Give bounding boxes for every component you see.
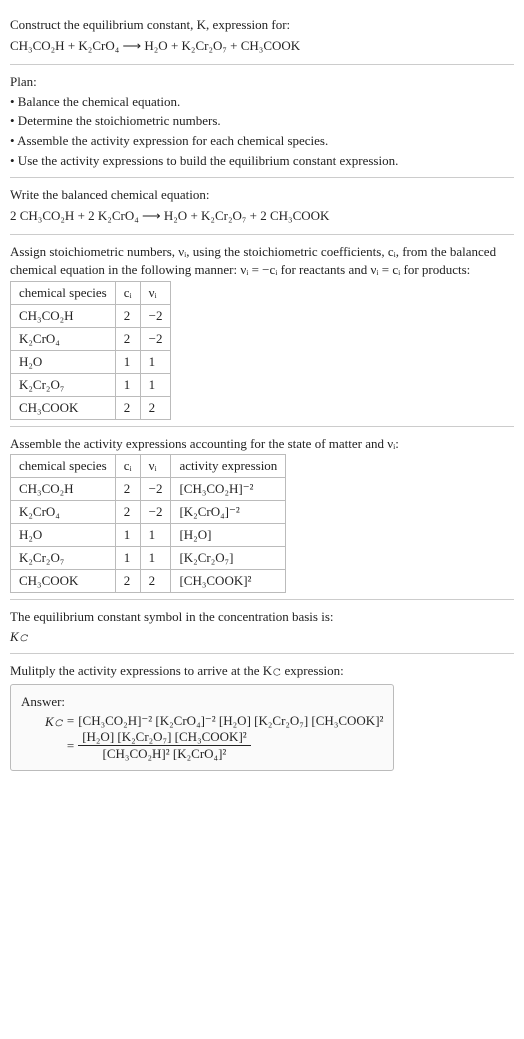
cell-species: CH₃CO₂H <box>11 304 116 327</box>
cell-species: CH₃COOK <box>11 570 116 593</box>
cell-expr: [H₂O] <box>171 524 286 547</box>
cell-ci: 1 <box>115 350 140 373</box>
cell-species: H₂O <box>11 524 116 547</box>
table-row: K₂CrO₄ 2 −2 [K₂CrO₄]⁻² <box>11 501 286 524</box>
cell-vi: −2 <box>140 501 171 524</box>
cell-vi: 1 <box>140 373 171 396</box>
cell-ci: 1 <box>115 547 140 570</box>
col-species: chemical species <box>11 281 116 304</box>
col-expr: activity expression <box>171 455 286 478</box>
symbol-kc-value: K𝚌 <box>10 629 28 644</box>
balanced-equation: 2 CH₃CO₂H + 2 K₂CrO₄ ⟶ H₂O + K₂Cr₂O₇ + 2… <box>10 206 514 227</box>
table-header-row: chemical species cᵢ νᵢ <box>11 281 171 304</box>
plan-section: Plan: • Balance the chemical equation. •… <box>10 65 514 178</box>
activity-section: Assemble the activity expressions accoun… <box>10 427 514 601</box>
plan-item: • Use the activity expressions to build … <box>10 152 514 170</box>
cell-species: K₂Cr₂O₇ <box>11 547 116 570</box>
col-vi: νᵢ <box>140 281 171 304</box>
symbol-text: The equilibrium constant symbol in the c… <box>10 608 514 626</box>
cell-ci: 2 <box>115 304 140 327</box>
answer-expression: K𝚌 = [CH₃CO₂H]⁻² [K₂CrO₄]⁻² [H₂O] [K₂Cr₂… <box>21 713 383 762</box>
cell-species: CH₃COOK <box>11 396 116 419</box>
table-row: K₂Cr₂O₇ 1 1 <box>11 373 171 396</box>
table-row: K₂CrO₄ 2 −2 <box>11 327 171 350</box>
answer-fraction: [H₂O] [K₂Cr₂O₇] [CH₃COOK]² [CH₃CO₂H]² [K… <box>78 729 250 762</box>
cell-species: K₂CrO₄ <box>11 501 116 524</box>
equals-sign: = <box>63 713 78 729</box>
cell-ci: 2 <box>115 327 140 350</box>
col-ci: cᵢ <box>115 455 140 478</box>
prompt-equation: CH₃CO₂H + K₂CrO₄ ⟶ H₂O + K₂Cr₂O₇ + CH₃CO… <box>10 36 514 57</box>
prompt-title: Construct the equilibrium constant, K, e… <box>10 16 514 34</box>
symbol-kc: K𝚌 <box>10 628 514 646</box>
cell-ci: 2 <box>115 396 140 419</box>
table-row: CH₃CO₂H 2 −2 <box>11 304 171 327</box>
table-row: H₂O 1 1 [H₂O] <box>11 524 286 547</box>
cell-vi: 1 <box>140 524 171 547</box>
cell-vi: 1 <box>140 350 171 373</box>
cell-vi: −2 <box>140 478 171 501</box>
col-vi: νᵢ <box>140 455 171 478</box>
cell-vi: 2 <box>140 396 171 419</box>
cell-vi: −2 <box>140 327 171 350</box>
answer-box: Answer: K𝚌 = [CH₃CO₂H]⁻² [K₂CrO₄]⁻² [H₂O… <box>10 684 394 772</box>
cell-vi: 1 <box>140 547 171 570</box>
table-row: H₂O 1 1 <box>11 350 171 373</box>
symbol-section: The equilibrium constant symbol in the c… <box>10 600 514 654</box>
cell-ci: 1 <box>115 524 140 547</box>
cell-ci: 2 <box>115 501 140 524</box>
fraction-numerator: [H₂O] [K₂Cr₂O₇] [CH₃COOK]² <box>78 729 250 746</box>
cell-expr: [CH₃CO₂H]⁻² <box>171 478 286 501</box>
answer-row2: = [H₂O] [K₂Cr₂O₇] [CH₃COOK]² [CH₃CO₂H]² … <box>63 729 384 762</box>
answer-rhs: = [CH₃CO₂H]⁻² [K₂CrO₄]⁻² [H₂O] [K₂Cr₂O₇]… <box>63 713 384 762</box>
col-species: chemical species <box>11 455 116 478</box>
activity-intro: Assemble the activity expressions accoun… <box>10 435 514 453</box>
table-row: CH₃COOK 2 2 [CH₃COOK]² <box>11 570 286 593</box>
table-row: K₂Cr₂O₇ 1 1 [K₂Cr₂O₇] <box>11 547 286 570</box>
prompt-section: Construct the equilibrium constant, K, e… <box>10 8 514 65</box>
table-row: CH₃CO₂H 2 −2 [CH₃CO₂H]⁻² <box>11 478 286 501</box>
cell-ci: 2 <box>115 570 140 593</box>
stoich-intro: Assign stoichiometric numbers, νᵢ, using… <box>10 243 514 278</box>
cell-expr: [K₂CrO₄]⁻² <box>171 501 286 524</box>
plan-item: • Balance the chemical equation. <box>10 93 514 111</box>
answer-lhs-symbol: K𝚌 <box>45 714 63 729</box>
stoich-section: Assign stoichiometric numbers, νᵢ, using… <box>10 235 514 426</box>
table-header-row: chemical species cᵢ νᵢ activity expressi… <box>11 455 286 478</box>
table-row: CH₃COOK 2 2 <box>11 396 171 419</box>
multiply-intro: Mulitply the activity expressions to arr… <box>10 662 514 680</box>
col-ci: cᵢ <box>115 281 140 304</box>
answer-label: Answer: <box>21 693 383 711</box>
plan-item: • Determine the stoichiometric numbers. <box>10 112 514 130</box>
multiply-section: Mulitply the activity expressions to arr… <box>10 654 514 777</box>
balanced-section: Write the balanced chemical equation: 2 … <box>10 178 514 235</box>
equals-sign: = <box>63 738 78 754</box>
cell-ci: 1 <box>115 373 140 396</box>
cell-species: K₂Cr₂O₇ <box>11 373 116 396</box>
cell-vi: 2 <box>140 570 171 593</box>
cell-vi: −2 <box>140 304 171 327</box>
plan-heading: Plan: <box>10 73 514 91</box>
cell-species: H₂O <box>11 350 116 373</box>
prompt-title-text: Construct the equilibrium constant, K, e… <box>10 17 290 32</box>
answer-row1-expr: [CH₃CO₂H]⁻² [K₂CrO₄]⁻² [H₂O] [K₂Cr₂O₇] [… <box>78 713 383 729</box>
plan-item: • Assemble the activity expression for e… <box>10 132 514 150</box>
activity-table: chemical species cᵢ νᵢ activity expressi… <box>10 454 286 593</box>
cell-species: K₂CrO₄ <box>11 327 116 350</box>
answer-row1: = [CH₃CO₂H]⁻² [K₂CrO₄]⁻² [H₂O] [K₂Cr₂O₇]… <box>63 713 384 729</box>
answer-lhs: K𝚌 <box>21 713 63 730</box>
cell-species: CH₃CO₂H <box>11 478 116 501</box>
fraction-denominator: [CH₃CO₂H]² [K₂CrO₄]² <box>78 746 250 762</box>
balanced-heading: Write the balanced chemical equation: <box>10 186 514 204</box>
cell-expr: [K₂Cr₂O₇] <box>171 547 286 570</box>
stoich-table: chemical species cᵢ νᵢ CH₃CO₂H 2 −2 K₂Cr… <box>10 281 171 420</box>
cell-expr: [CH₃COOK]² <box>171 570 286 593</box>
cell-ci: 2 <box>115 478 140 501</box>
